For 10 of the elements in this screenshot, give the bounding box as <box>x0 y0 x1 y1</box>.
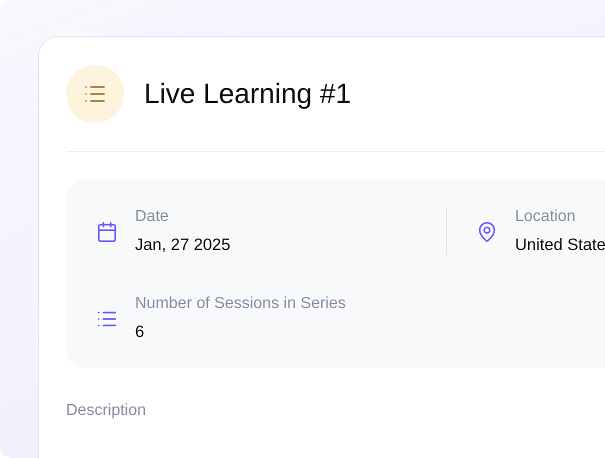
detail-label: Number of Sessions in Series <box>135 295 346 313</box>
description-label: Description <box>66 402 148 420</box>
detail-label: Location <box>515 208 576 226</box>
calendar-icon <box>96 220 118 242</box>
detail-value: 6 <box>135 323 146 342</box>
detail-value: Jan, 27 2025 <box>135 236 230 255</box>
map-pin-icon <box>476 220 498 242</box>
detail-value: United State <box>515 236 605 255</box>
detail-label: Date <box>135 208 170 226</box>
event-title: Live Learning #1 <box>144 78 352 110</box>
